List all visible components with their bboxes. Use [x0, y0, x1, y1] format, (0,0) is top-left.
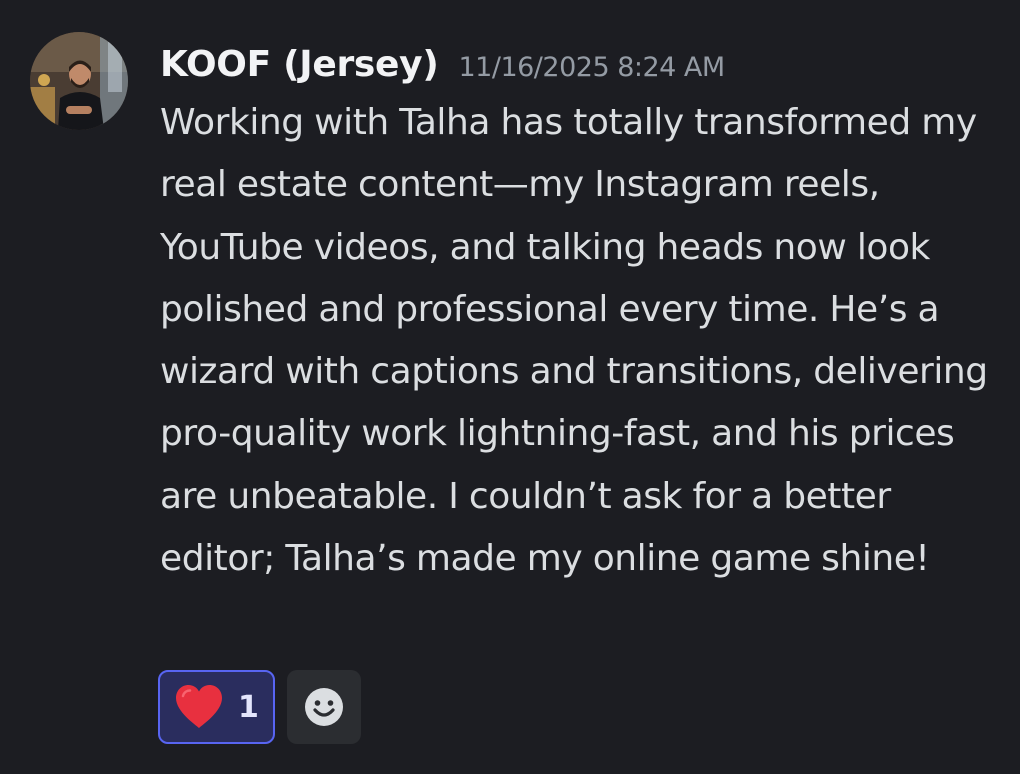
avatar-image [30, 32, 128, 130]
avatar[interactable] [30, 32, 128, 130]
smiley-icon [304, 688, 343, 726]
message-content: KOOF (Jersey) 11/16/2025 8:24 AM Working… [160, 40, 1000, 590]
reaction-heart-button[interactable]: 1 [158, 670, 275, 744]
heart-icon [176, 685, 222, 728]
message-header: KOOF (Jersey) 11/16/2025 8:24 AM [160, 40, 1000, 90]
message-text: Working with Talha has totally transform… [160, 102, 988, 580]
reactions-bar: 1 [158, 670, 361, 744]
chat-message: KOOF (Jersey) 11/16/2025 8:24 AM Working… [0, 0, 1020, 774]
username[interactable]: KOOF (Jersey) [160, 40, 439, 90]
add-reaction-button[interactable] [286, 670, 361, 744]
timestamp[interactable]: 11/16/2025 8:24 AM [459, 43, 726, 93]
reaction-count: 1 [238, 689, 259, 725]
